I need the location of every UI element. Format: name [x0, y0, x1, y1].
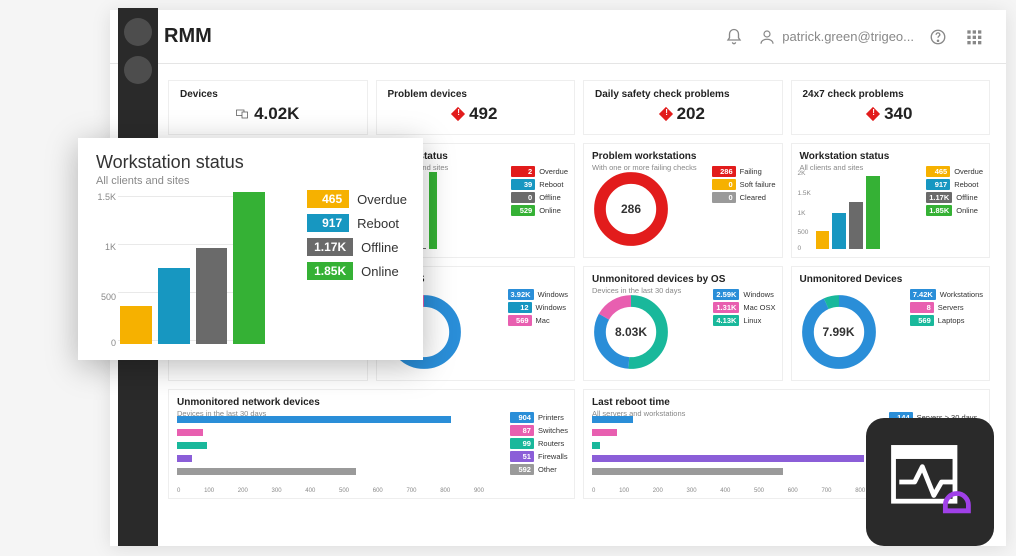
apps-grid-icon[interactable]: [956, 19, 992, 55]
legend-item: 529Online: [511, 205, 568, 216]
legend-item: 1.85KOnline: [307, 262, 407, 280]
kpi-title: Daily safety check problems: [595, 89, 771, 100]
legend-item: 1.85KOnline: [926, 205, 983, 216]
card-title: Workstation status: [800, 151, 982, 162]
kpi-title: Devices: [180, 89, 356, 100]
legend-item: 51Firewalls: [510, 451, 568, 462]
popout-legend: 465Overdue 917Reboot 1.17KOffline 1.85KOnli…: [307, 190, 407, 286]
legend-item: 0Soft failure: [712, 179, 776, 190]
legend: 7.42KWorkstations 8Servers 569Laptops: [910, 289, 983, 328]
kpi-row: Devices 4.02K Problem devices 492 Daily …: [168, 80, 990, 135]
card-unmonitored-network[interactable]: Unmonitored network devices Devices in t…: [168, 389, 575, 499]
kpi-devices[interactable]: Devices 4.02K: [168, 80, 368, 135]
rail-nav-item[interactable]: [124, 18, 152, 46]
legend-item: 465Overdue: [926, 166, 983, 177]
popout-workstation-status[interactable]: Workstation status All clients and sites…: [78, 138, 423, 360]
legend-item: 3.92KWindows: [508, 289, 568, 300]
donut-value: 7.99K: [822, 325, 854, 339]
user-menu[interactable]: patrick.green@trigeo...: [752, 28, 920, 46]
legend-item: 12Windows: [508, 302, 568, 313]
legend-item: 1.31KMac OSX: [713, 302, 775, 313]
devices-icon: [236, 109, 248, 119]
legend-item: 99Routers: [510, 438, 568, 449]
legend: 904Printers 87Switches 99Routers 51Firewall…: [510, 412, 568, 477]
legend-item: 1.17KOffline: [926, 192, 983, 203]
legend: 465Overdue 917Reboot 1.17KOffline 1.85KOnli…: [926, 166, 983, 218]
popout-subtitle: All clients and sites: [96, 175, 405, 187]
kpi-value: 4.02K: [254, 104, 299, 124]
legend-item: 917Reboot: [307, 214, 407, 232]
card-title: Unmonitored network devices: [177, 397, 566, 408]
user-name: patrick.green@trigeo...: [782, 29, 914, 44]
kpi-title: 24x7 check problems: [803, 89, 979, 100]
legend-item: 39Reboot: [511, 179, 568, 190]
kpi-problem-devices[interactable]: Problem devices 492: [376, 80, 576, 135]
legend-item: 4.13KLinux: [713, 315, 775, 326]
alert-icon: [658, 107, 672, 121]
notifications-icon[interactable]: [716, 19, 752, 55]
kpi-value: 202: [677, 104, 705, 124]
alert-icon: [866, 107, 880, 121]
popout-bars: [120, 192, 265, 344]
card-title: Unmonitored Devices: [800, 274, 982, 285]
card-workstation-status[interactable]: Workstation status All clients and sites…: [791, 143, 991, 258]
product-icon: [866, 418, 994, 546]
popout-title: Workstation status: [96, 152, 405, 173]
kpi-value: 340: [884, 104, 912, 124]
legend-item: 2Overdue: [511, 166, 568, 177]
kpi-value: 492: [469, 104, 497, 124]
donut-value: 8.03K: [615, 325, 647, 339]
legend-item: 1.17KOffline: [307, 238, 407, 256]
legend-item: 0Cleared: [712, 192, 776, 203]
card-title: Problem workstations: [592, 151, 774, 162]
help-icon[interactable]: [920, 19, 956, 55]
app-title: RMM: [164, 25, 212, 48]
kpi-daily-safety[interactable]: Daily safety check problems 202: [583, 80, 783, 135]
legend-item: 592Other: [510, 464, 568, 475]
donut-value: 286: [621, 202, 641, 216]
rail-nav-item[interactable]: [124, 56, 152, 84]
legend-item: 286Failing: [712, 166, 776, 177]
legend: 3.92KWindows 12Windows 569Mac: [508, 289, 568, 328]
card-title: Unmonitored devices by OS: [592, 274, 774, 285]
card-unmonitored-devices[interactable]: Unmonitored Devices 7.99K 7.42KWorkstati…: [791, 266, 991, 381]
legend: 2Overdue 39Reboot 0Offline 529Online: [511, 166, 568, 218]
kpi-247-checks[interactable]: 24x7 check problems 340: [791, 80, 991, 135]
legend-item: 569Mac: [508, 315, 568, 326]
card-title: Last reboot time: [592, 397, 981, 408]
legend-item: 569Laptops: [910, 315, 983, 326]
legend-item: 0Offline: [511, 192, 568, 203]
legend-item: 904Printers: [510, 412, 568, 423]
legend-item: 2.59KWindows: [713, 289, 775, 300]
legend-item: 917Reboot: [926, 179, 983, 190]
alert-icon: [451, 107, 465, 121]
topbar: RMM patrick.green@trigeo...: [110, 10, 1006, 64]
legend-item: 465Overdue: [307, 190, 407, 208]
card-problem-workstations[interactable]: Problem workstations With one or more fa…: [583, 143, 783, 258]
legend-item: 87Switches: [510, 425, 568, 436]
legend: 2.59KWindows 1.31KMac OSX 4.13KLinux: [713, 289, 775, 328]
card-unmonitored-os[interactable]: Unmonitored devices by OS Devices in the…: [583, 266, 783, 381]
legend: 286Failing 0Soft failure 0Cleared: [712, 166, 776, 205]
legend-item: 7.42KWorkstations: [910, 289, 983, 300]
kpi-title: Problem devices: [388, 89, 564, 100]
legend-item: 8Servers: [910, 302, 983, 313]
